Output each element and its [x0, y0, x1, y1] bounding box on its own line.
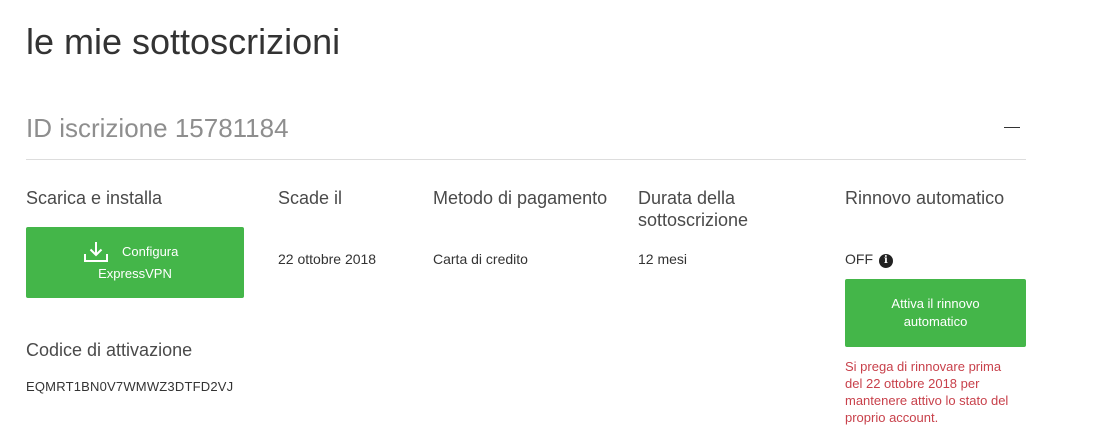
expires-header: Scade il: [278, 188, 343, 208]
enable-auto-renew-line1: Attiva il rinnovo: [891, 296, 980, 311]
enable-auto-renew-button[interactable]: Attiva il rinnovo automatico: [845, 279, 1026, 347]
expressvpn-label: ExpressVPN: [98, 266, 172, 281]
warning-line: mantenere attivo lo stato del: [845, 393, 1009, 408]
renewal-warning: Si prega di rinnovare prima del 22 ottob…: [845, 358, 1035, 426]
duration-value: 12 mesi: [638, 251, 688, 267]
auto-renew-header: Rinnovo automatico: [845, 188, 1005, 208]
page-title: le mie sottoscrizioni: [26, 21, 341, 62]
expires-value: 22 ottobre 2018: [278, 251, 377, 267]
warning-line: Si prega di rinnovare prima: [845, 359, 1002, 374]
auto-renew-status: OFF: [845, 251, 873, 267]
subscriptions-page: le mie sottoscrizioni ID iscrizione 1578…: [0, 0, 1094, 444]
subscription-id: ID iscrizione 15781184: [26, 113, 289, 143]
warning-line: del 22 ottobre 2018 per: [845, 376, 980, 391]
download-header: Scarica e installa: [26, 188, 163, 208]
activation-code-value[interactable]: EQMRT1BN0V7WMWZ3DTFD2VJ: [26, 378, 233, 396]
configure-label: Configura: [122, 244, 179, 259]
warning-line: proprio account.: [845, 410, 939, 425]
duration-header: Durata della sottoscrizione: [638, 187, 748, 231]
activation-code-header: Codice di attivazione: [26, 340, 193, 360]
enable-auto-renew-line2: automatico: [903, 314, 968, 329]
collapse-icon[interactable]: [1004, 114, 1022, 142]
download-icon: [84, 242, 108, 262]
duration-header-line2: sottoscrizione: [638, 210, 749, 230]
info-icon[interactable]: i: [878, 254, 893, 268]
payment-value: Carta di credito: [433, 251, 528, 267]
auto-renew-status-row: OFF i: [845, 250, 893, 268]
payment-header: Metodo di pagamento: [433, 188, 608, 208]
duration-header-line1: Durata della: [638, 188, 736, 208]
subscription-header[interactable]: ID iscrizione 15781184: [26, 104, 1026, 160]
configure-expressvpn-button[interactable]: Configura ExpressVPN: [26, 227, 244, 298]
